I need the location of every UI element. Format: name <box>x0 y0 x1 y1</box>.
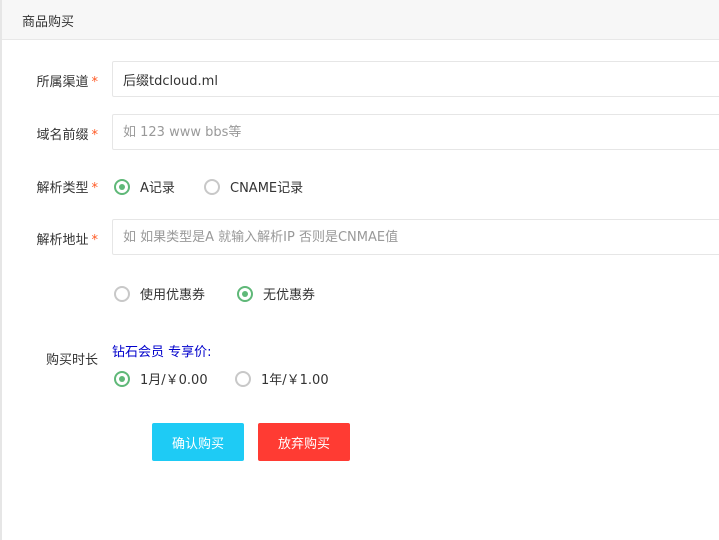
required-mark: * <box>91 128 99 143</box>
duration-month-radio[interactable]: 1月/￥0.00 <box>114 369 208 388</box>
channel-label: 所属渠道 * <box>36 71 98 90</box>
address-input[interactable] <box>112 219 719 255</box>
duration-label-text: 购买时长 <box>45 353 98 368</box>
radio-unchecked-icon <box>204 178 220 195</box>
abandon-purchase-button[interactable]: 放弃购买 <box>258 423 350 461</box>
duration-year-radio[interactable]: 1年/￥1.00 <box>235 369 329 388</box>
address-label: 解析地址 * <box>36 229 98 248</box>
radio-unchecked-icon <box>114 285 130 302</box>
address-label-text: 解析地址 <box>36 233 89 248</box>
required-mark: * <box>91 181 99 196</box>
panel-left-border <box>0 0 2 540</box>
duration-year-label: 1年/￥1.00 <box>261 373 329 388</box>
record-type-cname-label: CNAME记录 <box>230 181 304 196</box>
confirm-purchase-button[interactable]: 确认购买 <box>152 423 244 461</box>
use-coupon-radio[interactable]: 使用优惠券 <box>114 284 205 303</box>
radio-unchecked-icon <box>235 370 251 387</box>
radio-checked-icon <box>237 285 253 302</box>
radio-checked-icon <box>114 370 130 387</box>
required-mark: * <box>91 233 99 248</box>
panel-header: 商品购买 <box>2 0 719 40</box>
prefix-label-text: 域名前缀 <box>36 128 89 143</box>
radio-checked-icon <box>114 178 130 195</box>
record-type-label: 解析类型 * <box>36 177 98 196</box>
no-coupon-label: 无优惠券 <box>263 288 316 303</box>
prefix-label: 域名前缀 * <box>36 124 98 143</box>
record-type-cname-radio[interactable]: CNAME记录 <box>204 177 303 196</box>
use-coupon-label: 使用优惠券 <box>140 288 206 303</box>
no-coupon-radio[interactable]: 无优惠券 <box>237 284 315 303</box>
channel-label-text: 所属渠道 <box>36 75 89 90</box>
vip-price-text: 钻石会员 专享价: <box>112 345 212 360</box>
panel-title: 商品购买 <box>22 15 75 30</box>
record-type-a-label: A记录 <box>140 181 175 196</box>
duration-label: 购买时长 <box>46 349 98 368</box>
duration-month-label: 1月/￥0.00 <box>140 373 208 388</box>
channel-field[interactable] <box>112 61 719 97</box>
record-type-label-text: 解析类型 <box>36 181 89 196</box>
required-mark: * <box>91 75 99 90</box>
record-type-a-radio[interactable]: A记录 <box>114 177 175 196</box>
prefix-input[interactable] <box>112 114 719 150</box>
